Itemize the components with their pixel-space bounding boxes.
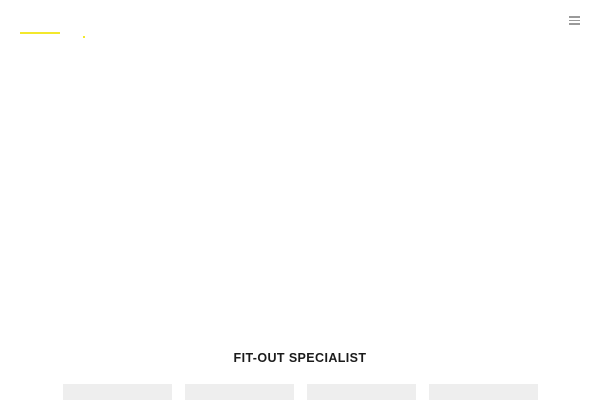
site-logo[interactable] bbox=[20, 30, 92, 40]
menu-line bbox=[569, 16, 580, 18]
hamburger-menu-icon[interactable] bbox=[569, 15, 581, 25]
card-thumbnail[interactable] bbox=[307, 384, 416, 400]
card-thumbnail[interactable] bbox=[63, 384, 172, 400]
card-thumbnail[interactable] bbox=[429, 384, 538, 400]
site-header bbox=[0, 0, 600, 60]
menu-line bbox=[569, 19, 580, 22]
card-row bbox=[63, 384, 538, 400]
page: FIT-OUT SPECIALIST bbox=[0, 0, 600, 400]
logo-accent-bar bbox=[20, 32, 60, 34]
section-title: FIT-OUT SPECIALIST bbox=[233, 351, 367, 365]
logo-accent-dot bbox=[83, 36, 85, 38]
card-thumbnail[interactable] bbox=[185, 384, 294, 400]
hero-area bbox=[0, 60, 600, 330]
menu-line bbox=[569, 23, 580, 25]
